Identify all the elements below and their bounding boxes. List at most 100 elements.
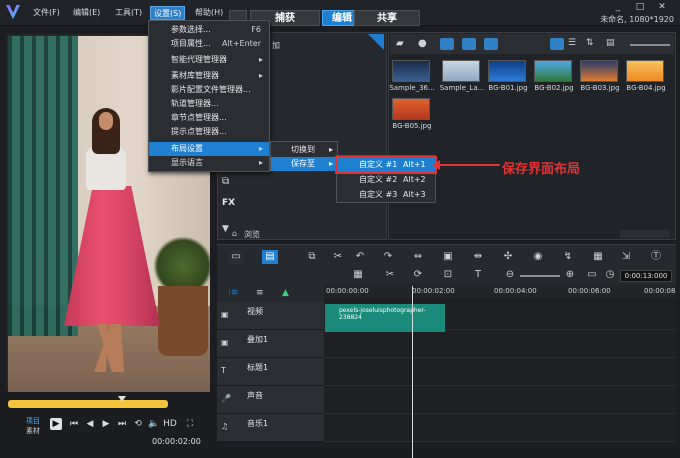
menu-item-movie-profile[interactable]: 影片配置文件管理器... [149, 83, 269, 97]
thumb-bg-b04[interactable] [626, 60, 664, 82]
list-view-icon[interactable]: ☰ [568, 38, 576, 48]
loop-icon[interactable]: ⟳ [410, 268, 426, 282]
player-timecode[interactable]: 00:00:02:00 [152, 437, 201, 446]
thumb-sample-la[interactable] [442, 60, 480, 82]
audio-filter-icon[interactable] [484, 38, 498, 50]
menu-settings[interactable]: 设置(S) [150, 6, 186, 20]
zoom-slider[interactable] [520, 275, 560, 277]
video-clip[interactable]: pexels-joseluisphotographer-238824 [325, 304, 445, 332]
menu-item-custom-1[interactable]: 自定义 #1 Alt+1 [335, 156, 437, 174]
track-manager-icon[interactable]: ⁝≡ [228, 288, 238, 298]
storyboard-view-icon[interactable]: ▭ [228, 250, 244, 264]
close-icon[interactable]: ✕ [656, 2, 668, 12]
track-title[interactable]: T 标题1 [217, 358, 324, 386]
next-frame-icon[interactable]: ▶ [100, 418, 112, 430]
playhead[interactable] [412, 286, 413, 458]
clock-icon[interactable]: ◷ [602, 268, 618, 282]
track-area-title[interactable] [324, 358, 676, 386]
menu-tools[interactable]: 工具(T) [112, 6, 145, 20]
grid-icon[interactable]: ▦ [350, 268, 366, 282]
video-filter-icon[interactable] [440, 38, 454, 50]
add-label[interactable]: 加 [272, 40, 280, 51]
export-icon[interactable]: ⇲ [618, 250, 634, 264]
menu-item-track-manager[interactable]: 轨道管理器... [149, 97, 269, 111]
repeat-icon[interactable]: ⟲ [132, 418, 144, 430]
motion-icon[interactable]: ↯ [560, 250, 576, 264]
browse-folder-icon[interactable]: ⌂ [232, 229, 237, 238]
menu-item-smart-proxy[interactable]: 智能代理管理器 ▸ [149, 53, 269, 67]
sort-icon[interactable]: ⇅ [586, 38, 594, 48]
thumb-sample-36[interactable] [392, 60, 430, 82]
project-label[interactable]: 项目 [26, 416, 40, 426]
folder-icon[interactable]: ▰ [396, 38, 404, 49]
menu-item-custom-3[interactable]: 自定义 #3 Alt+3 [337, 188, 435, 202]
record-icon[interactable]: ● [418, 38, 427, 49]
browse-label[interactable]: 浏览 [244, 229, 260, 240]
scrubber-handle[interactable] [118, 396, 126, 402]
prev-frame-icon[interactable]: ◀ [84, 418, 96, 430]
menu-item-save-to[interactable]: 保存至 ▸ [271, 157, 337, 171]
track-area-overlay[interactable] [324, 330, 676, 358]
frame-icon[interactable]: ⊡ [440, 268, 456, 282]
menu-help[interactable]: 帮助(H) [192, 6, 226, 20]
menu-item-display-language[interactable]: 显示语言 ▸ [149, 156, 269, 170]
options-icon[interactable]: ▤ [606, 38, 615, 48]
text-icon[interactable]: T [470, 268, 486, 282]
redo-icon[interactable]: ↷ [380, 250, 396, 264]
start-icon[interactable]: ⏮ [68, 418, 80, 430]
fullscreen-icon[interactable]: ⛶ [184, 418, 196, 430]
track-music[interactable]: ♫ 音乐1 [217, 414, 324, 442]
add-track-icon[interactable]: ▲ [282, 288, 289, 298]
menu-item-project-properties[interactable]: 项目属性... Alt+Enter [149, 37, 269, 51]
cut-scene-icon[interactable]: ✂ [382, 268, 398, 282]
maximize-icon[interactable]: □ [634, 2, 646, 12]
track-video[interactable]: ▣ 视频 [217, 302, 324, 330]
crop-icon[interactable]: ▣ [440, 250, 456, 264]
thumbnail-size-slider[interactable] [630, 44, 670, 46]
menu-item-switch-to[interactable]: 切换到 ▸ [271, 143, 337, 157]
thumb-bg-b02[interactable] [534, 60, 572, 82]
zoom-out-icon[interactable]: ⊖ [502, 268, 518, 282]
subtitle-icon[interactable]: Ⓣ [648, 250, 664, 264]
menu-item-chapter-manager[interactable]: 章节点管理器... [149, 111, 269, 125]
play-button[interactable]: ▶ [50, 418, 62, 430]
tab-share[interactable]: 共享 [354, 10, 420, 26]
track-area-music[interactable] [324, 414, 676, 442]
menu-item-preferences[interactable]: 参数选择... F6 [149, 23, 269, 37]
expand-icon[interactable]: ▼ [222, 224, 229, 234]
track-area-voice[interactable] [324, 386, 676, 414]
split-icon[interactable]: ⇹ [470, 250, 486, 264]
menu-item-custom-2[interactable]: 自定义 #2 Alt+2 [337, 173, 435, 187]
cut-icon[interactable]: ✂ [330, 250, 346, 264]
copy-icon[interactable]: ⧉ [304, 250, 320, 264]
track-list-icon[interactable]: ≡ [256, 288, 264, 298]
library-bottom-controls[interactable] [620, 230, 670, 238]
thumb-bg-b03[interactable] [580, 60, 618, 82]
record-dial-icon[interactable]: ◉ [530, 250, 546, 264]
end-icon[interactable]: ⏭ [116, 418, 128, 430]
transition-icon[interactable]: ⧉ [222, 176, 236, 188]
timeline-timecode[interactable]: 0:00:13:000 [620, 270, 672, 282]
material-label[interactable]: 素材 [26, 426, 40, 436]
fit-icon[interactable]: ⇔ [410, 250, 426, 264]
track-overlay[interactable]: ▣ 叠加1 [217, 330, 324, 358]
minimize-icon[interactable]: _ [612, 2, 624, 12]
timeline-view-icon[interactable]: ▤ [262, 250, 278, 264]
menu-edit[interactable]: 编辑(E) [70, 6, 103, 20]
fx-button[interactable]: FX [222, 198, 235, 208]
track-voice[interactable]: 🎤 声音 [217, 386, 324, 414]
menu-item-cue-manager[interactable]: 提示点管理器... [149, 125, 269, 139]
trim-bar[interactable] [8, 400, 168, 408]
image-filter-icon[interactable] [462, 38, 476, 50]
timeline-ruler[interactable]: 00:00:00:00 00:00:02:00 00:00:04:00 00:0… [324, 285, 676, 299]
move-icon[interactable]: ✣ [500, 250, 516, 264]
menu-file[interactable]: 文件(F) [30, 6, 63, 20]
volume-icon[interactable]: 🔈 [148, 418, 160, 430]
fit-timeline-icon[interactable]: ▭ [584, 268, 600, 282]
menu-item-layout-settings[interactable]: 布局设置 ▸ [149, 142, 269, 156]
thumb-bg-b05[interactable] [392, 98, 430, 120]
thumb-bg-b01[interactable] [488, 60, 526, 82]
undo-icon[interactable]: ↶ [352, 250, 368, 264]
menu-item-library-manager[interactable]: 素材库管理器 ▸ [149, 69, 269, 83]
zoom-in-icon[interactable]: ⊕ [562, 268, 578, 282]
